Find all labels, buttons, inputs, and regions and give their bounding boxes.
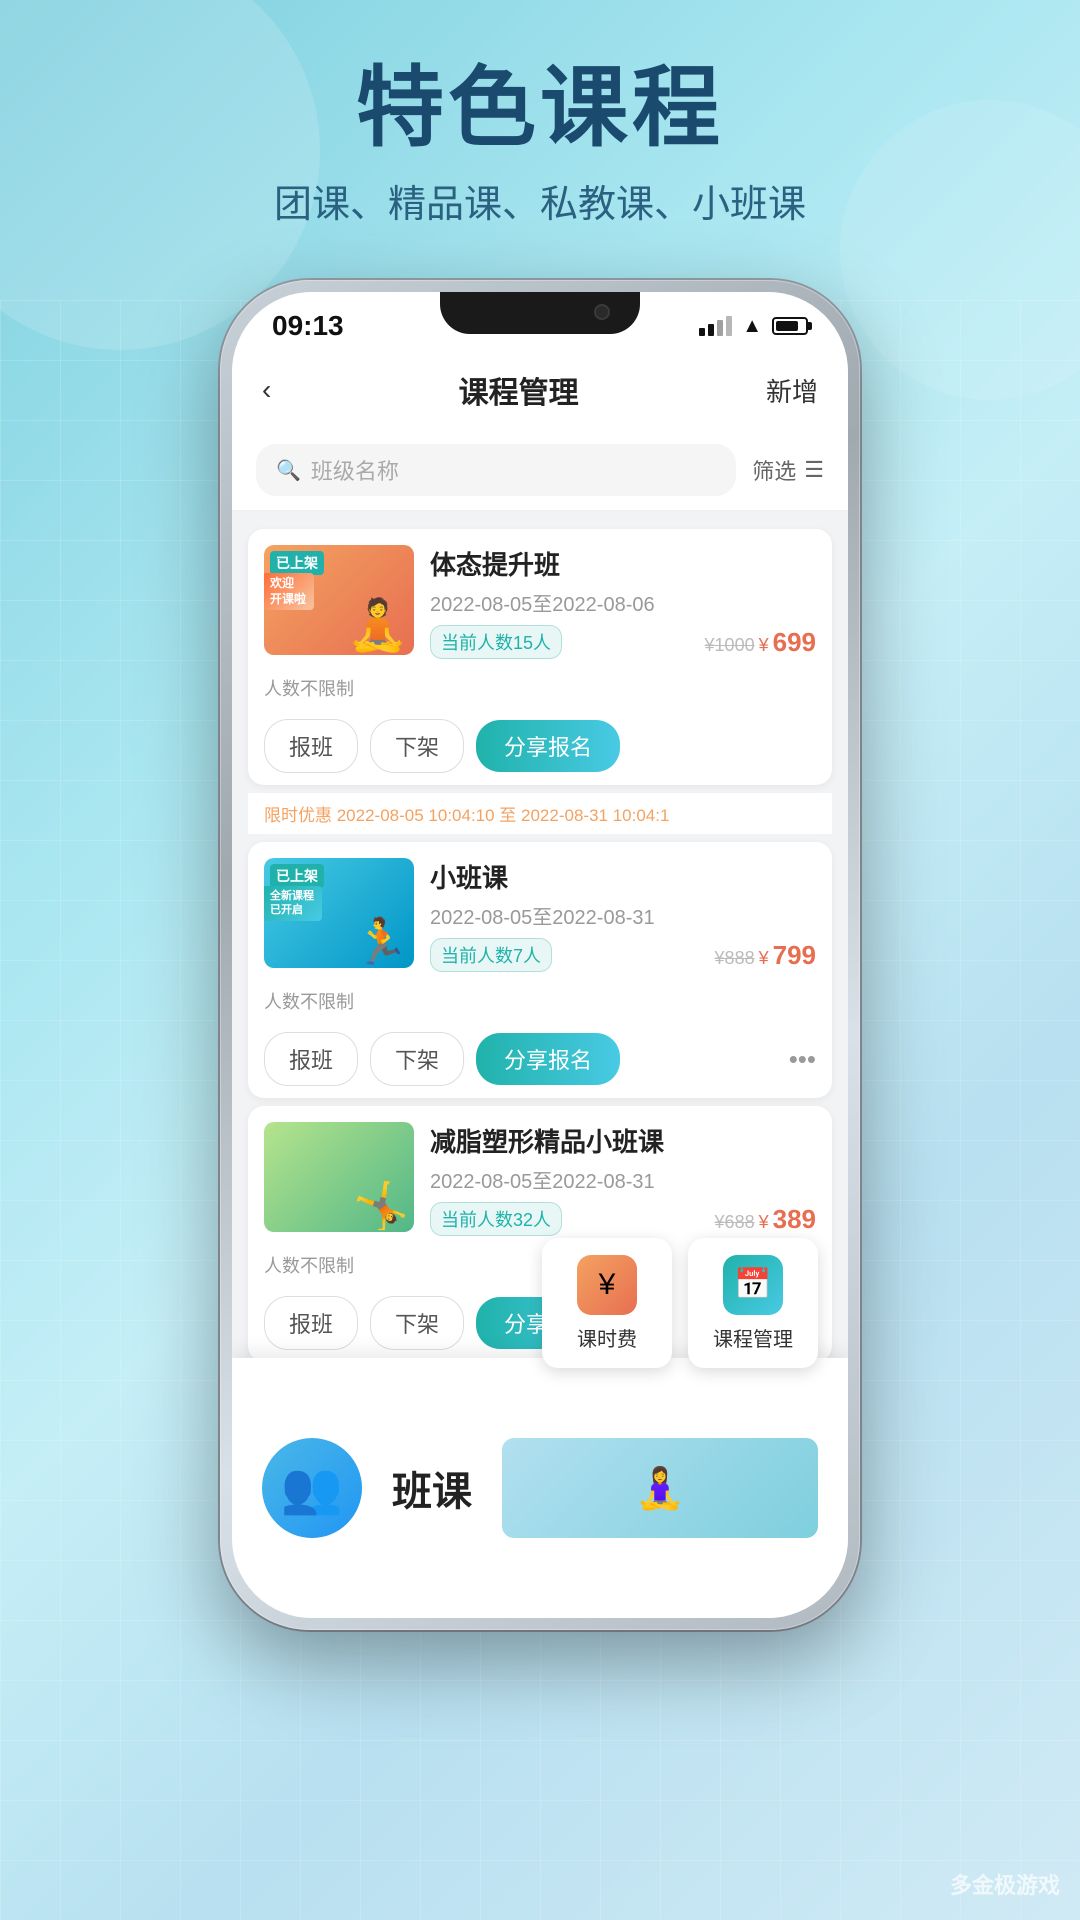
card-3-people: 当前人数32人 [430,1202,562,1236]
app-header: ‹ 课程管理 新增 [232,350,848,430]
quick-action-popup: ¥ 课时费 📅 课程管理 [542,1238,818,1368]
mgmt-label: 课程管理 [713,1323,793,1352]
card-1-thumbnail: 已上架 欢迎开课啦 [264,545,414,655]
status-time: 09:13 [272,310,344,342]
card-3-meta: 当前人数32人 ¥688 ¥ 389 [430,1202,816,1236]
card-2-price-new: 799 [773,940,816,971]
card-3-title: 减脂塑形精品小班课 [430,1122,816,1159]
card-2-enroll-btn[interactable]: 报班 [264,1032,358,1086]
phone-mockup: 09:13 ▲ [220,280,860,1630]
hero-section: 特色课程 团课、精品课、私教课、小班课 [0,60,1080,228]
card-2-price: ¥888 ¥ 799 [715,940,816,971]
search-input-box[interactable]: 🔍 班级名称 [256,444,736,496]
card-2-date: 2022-08-05至2022-08-31 [430,901,816,930]
card-1-capacity: 人数不限制 [248,675,832,707]
card-1-price-old: ¥1000 [705,635,755,656]
phone-notch [440,292,640,334]
filter-button[interactable]: 筛选 ☰ [752,454,824,486]
card-2-share-btn[interactable]: 分享报名 [476,1033,620,1085]
card-1-date: 2022-08-05至2022-08-06 [430,588,816,617]
card-2-more-btn[interactable]: ••• [789,1044,816,1075]
status-icons: ▲ [699,315,808,338]
card-2-thumbnail: 已上架 全新课程已开启 [264,858,414,968]
mgmt-icon: 📅 [723,1255,783,1315]
card-3-top: 减脂塑形精品小班课 2022-08-05至2022-08-31 当前人数32人 … [248,1106,832,1252]
watermark: 多金极游戏 [950,1868,1060,1900]
card-2-capacity: 人数不限制 [248,988,832,1020]
card-1-title: 体态提升班 [430,545,816,582]
fee-icon: ¥ [577,1255,637,1315]
back-button[interactable]: ‹ [262,374,271,406]
card-1-top: 已上架 欢迎开课啦 体态提升班 2022-08-05至2022-08-06 当前… [248,529,832,675]
card-3-shelve-btn[interactable]: 下架 [370,1296,464,1350]
add-button[interactable]: 新增 [766,372,818,409]
course-card-1: 已上架 欢迎开课啦 体态提升班 2022-08-05至2022-08-06 当前… [248,529,832,785]
card-1-info: 体态提升班 2022-08-05至2022-08-06 当前人数15人 ¥100… [430,545,816,659]
card-1-status-tag: 已上架 [270,551,324,575]
signal-icon [699,316,732,336]
card-2-top: 已上架 全新课程已开启 小班课 2022-08-05至2022-08-31 当前… [248,842,832,988]
card-2-shelve-btn[interactable]: 下架 [370,1032,464,1086]
search-icon: 🔍 [276,458,301,483]
card-1-shelve-btn[interactable]: 下架 [370,719,464,773]
card-1-promo-tag: 欢迎开课啦 [264,573,314,610]
wifi-icon: ▲ [742,315,762,338]
camera-dot [594,304,610,320]
quick-action-management[interactable]: 📅 课程管理 [688,1238,818,1368]
card-2-new-tag: 全新课程已开启 [264,886,322,921]
bottom-bar: 👥 班课 🧘‍♀️ [232,1358,848,1618]
phone-frame: 09:13 ▲ [220,280,860,1630]
course-card-2: 已上架 全新课程已开启 小班课 2022-08-05至2022-08-31 当前… [248,842,832,1098]
avatar-icon: 👥 [262,1438,362,1538]
card-3-thumbnail [264,1122,414,1232]
card-3-enroll-btn[interactable]: 报班 [264,1296,358,1350]
card-2-price-old: ¥888 [715,948,755,969]
card-3-info: 减脂塑形精品小班课 2022-08-05至2022-08-31 当前人数32人 … [430,1122,816,1236]
card-1-actions: 报班 下架 分享报名 [248,707,832,785]
filter-label: 筛选 [752,454,796,486]
card-1-enroll-btn[interactable]: 报班 [264,719,358,773]
card-3-price-new: 389 [773,1204,816,1235]
card-1-meta: 当前人数15人 ¥1000 ¥ 699 [430,625,816,659]
filter-icon: ☰ [804,457,824,483]
hero-subtitle: 团课、精品课、私教课、小班课 [0,173,1080,228]
card-2-actions: 报班 下架 分享报名 ••• [248,1020,832,1098]
card-3-price-currency: ¥ [759,1212,769,1233]
card-1-price-new: 699 [773,627,816,658]
card-3-price-old: ¥688 [715,1212,755,1233]
fee-label: 课时费 [577,1323,637,1352]
card-2-title: 小班课 [430,858,816,895]
promo-banner: 限时优惠 2022-08-05 10:04:10 至 2022-08-31 10… [248,793,832,834]
bottom-label: 班课 [392,1459,472,1517]
page-title: 课程管理 [459,368,579,412]
search-placeholder: 班级名称 [311,454,399,486]
battery-icon [772,317,808,335]
card-1-people: 当前人数15人 [430,625,562,659]
card-2-price-currency: ¥ [759,948,769,969]
card-2-people: 当前人数7人 [430,938,552,972]
card-1-price-currency: ¥ [759,635,769,656]
bottom-thumbnail: 🧘‍♀️ [502,1438,818,1538]
card-2-meta: 当前人数7人 ¥888 ¥ 799 [430,938,816,972]
quick-action-fee[interactable]: ¥ 课时费 [542,1238,672,1368]
phone-screen: 09:13 ▲ [232,292,848,1618]
screen-content: 09:13 ▲ [232,292,848,1618]
card-2-status-tag: 已上架 [270,864,324,888]
card-2-info: 小班课 2022-08-05至2022-08-31 当前人数7人 ¥888 ¥ … [430,858,816,972]
card-3-date: 2022-08-05至2022-08-31 [430,1165,816,1194]
card-3-price: ¥688 ¥ 389 [715,1204,816,1235]
card-1-share-btn[interactable]: 分享报名 [476,720,620,772]
card-1-price: ¥1000 ¥ 699 [705,627,816,658]
bottom-thumb-img: 🧘‍♀️ [502,1438,818,1538]
search-bar: 🔍 班级名称 筛选 ☰ [232,430,848,511]
avatar-emoji: 👥 [281,1459,343,1518]
hero-title: 特色课程 [0,60,1080,157]
